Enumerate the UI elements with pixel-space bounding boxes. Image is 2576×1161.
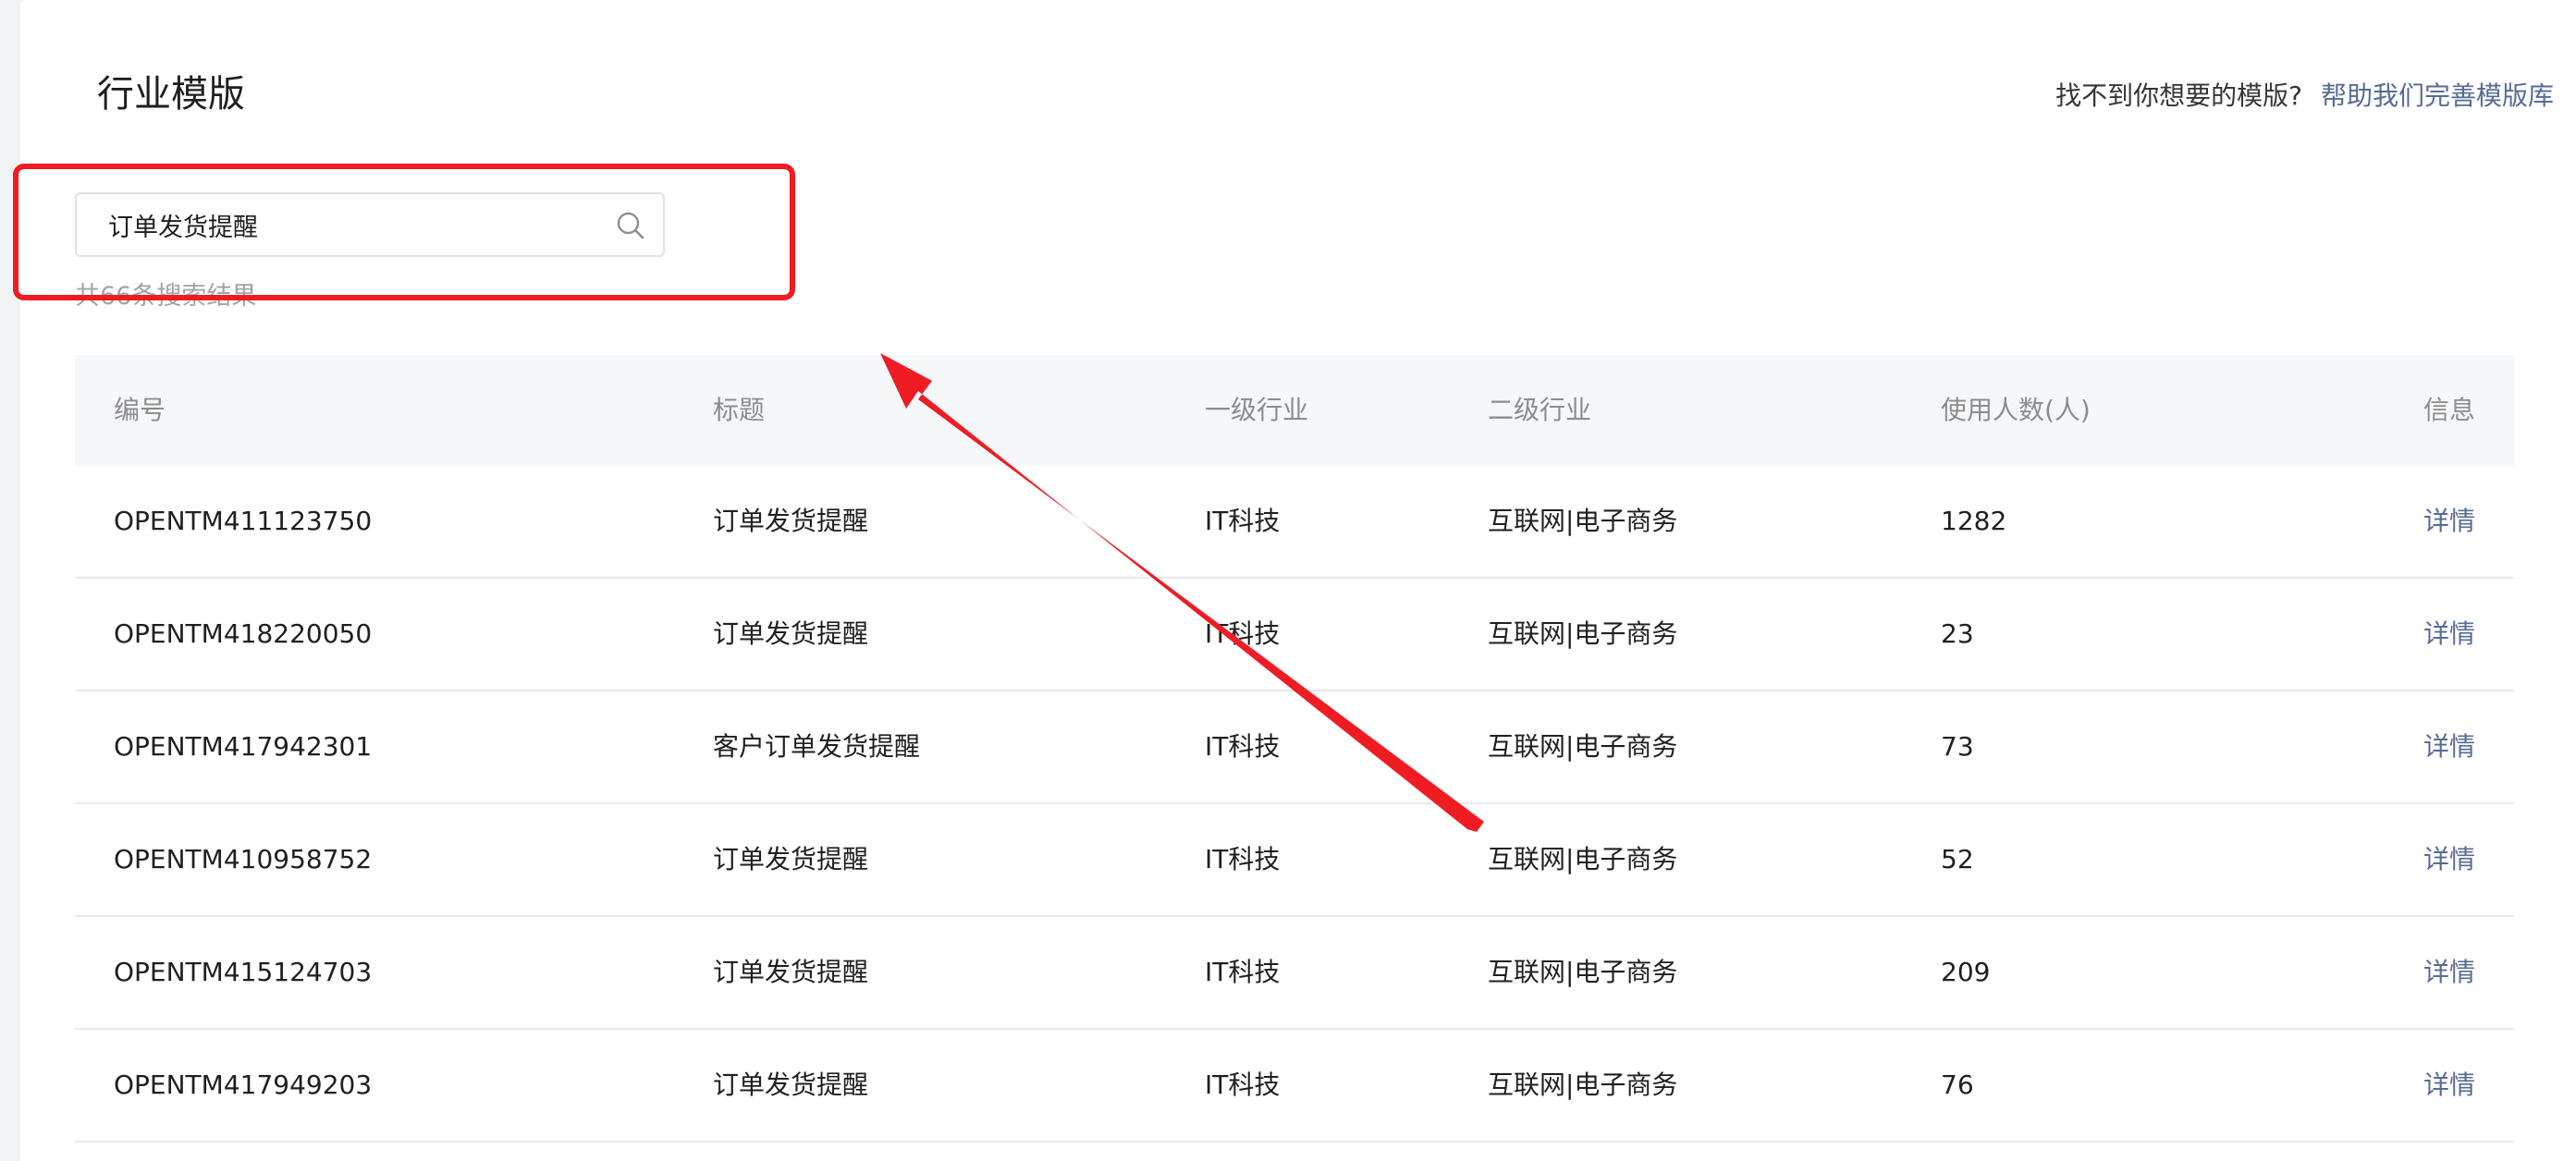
cell-secondary-industry: 互联网|电子商务 [1488,731,1678,762]
table-row: OPENTM411123750 订单发货提醒 IT科技 互联网|电子商务 128… [75,466,2514,579]
header-secondary-industry: 二级行业 [1488,395,1592,425]
help-bar: 找不到你想要的模版? 帮助我们完善模版库 [2055,78,2554,115]
header-info: 信息 [2423,395,2475,425]
table-row: OPENTM410958752 订单发货提醒 IT科技 互联网|电子商务 52 … [75,804,2514,917]
details-link[interactable]: 详情 [2423,954,2475,991]
search-icon[interactable] [615,210,646,241]
table-row: OPENTM417942301 客户订单发货提醒 IT科技 互联网|电子商务 7… [75,691,2514,804]
cell-user-count: 73 [1941,731,1974,762]
cell-title: 订单发货提醒 [713,844,869,874]
header-id: 编号 [114,395,166,425]
cell-primary-industry: IT科技 [1205,731,1281,762]
cell-id: OPENTM415124703 [114,957,373,987]
cell-id: OPENTM411123750 [114,506,373,536]
result-count: 共66条搜索结果 [75,282,257,311]
cell-user-count: 1282 [1941,506,2007,536]
details-link[interactable]: 详情 [2423,503,2475,540]
search-input[interactable] [108,194,607,255]
details-link[interactable]: 详情 [2423,728,2475,765]
cell-id: OPENTM418220050 [114,618,373,649]
cell-primary-industry: IT科技 [1205,844,1281,874]
template-table: 编号 标题 一级行业 二级行业 使用人数(人) 信息 OPENTM4111237… [75,355,2514,1143]
cell-primary-industry: IT科技 [1205,506,1281,536]
header-user-count: 使用人数(人) [1941,395,2091,425]
header-primary-industry: 一级行业 [1205,395,1309,425]
cell-id: OPENTM410958752 [114,844,373,874]
page-title: 行业模版 [97,73,245,116]
table-body: OPENTM411123750 订单发货提醒 IT科技 互联网|电子商务 128… [75,466,2514,1143]
cell-secondary-industry: 互联网|电子商务 [1488,618,1678,649]
cell-secondary-industry: 互联网|电子商务 [1488,506,1678,536]
search-box [75,192,665,257]
details-link[interactable]: 详情 [2423,841,2475,878]
cell-secondary-industry: 互联网|电子商务 [1488,844,1678,874]
cell-primary-industry: IT科技 [1205,1069,1281,1100]
cell-id: OPENTM417949203 [114,1069,373,1100]
cell-primary-industry: IT科技 [1205,957,1281,987]
cell-user-count: 209 [1941,957,1991,987]
cell-secondary-industry: 互联网|电子商务 [1488,1069,1678,1100]
cell-title: 订单发货提醒 [713,957,869,987]
cell-title: 客户订单发货提醒 [713,731,921,762]
cell-title: 订单发货提醒 [713,618,869,649]
cell-title: 订单发货提醒 [713,506,869,536]
cell-secondary-industry: 互联网|电子商务 [1488,957,1678,987]
table-row: OPENTM418220050 订单发货提醒 IT科技 互联网|电子商务 23 … [75,579,2514,691]
details-link[interactable]: 详情 [2423,1067,2475,1104]
details-link[interactable]: 详情 [2423,616,2475,653]
cell-primary-industry: IT科技 [1205,618,1281,649]
header-title: 标题 [713,395,766,425]
cell-user-count: 52 [1941,844,1974,874]
help-question: 找不到你想要的模版? [2055,80,2302,111]
cell-user-count: 23 [1941,618,1974,649]
cell-user-count: 76 [1941,1069,1974,1100]
cell-id: OPENTM417942301 [114,731,373,762]
help-improve-link[interactable]: 帮助我们完善模版库 [2321,80,2554,111]
cell-title: 订单发货提醒 [713,1069,869,1100]
table-header: 编号 标题 一级行业 二级行业 使用人数(人) 信息 [75,355,2514,466]
table-row: OPENTM415124703 订单发货提醒 IT科技 互联网|电子商务 209… [75,917,2514,1030]
table-row: OPENTM417949203 订单发货提醒 IT科技 互联网|电子商务 76 … [75,1030,2514,1143]
